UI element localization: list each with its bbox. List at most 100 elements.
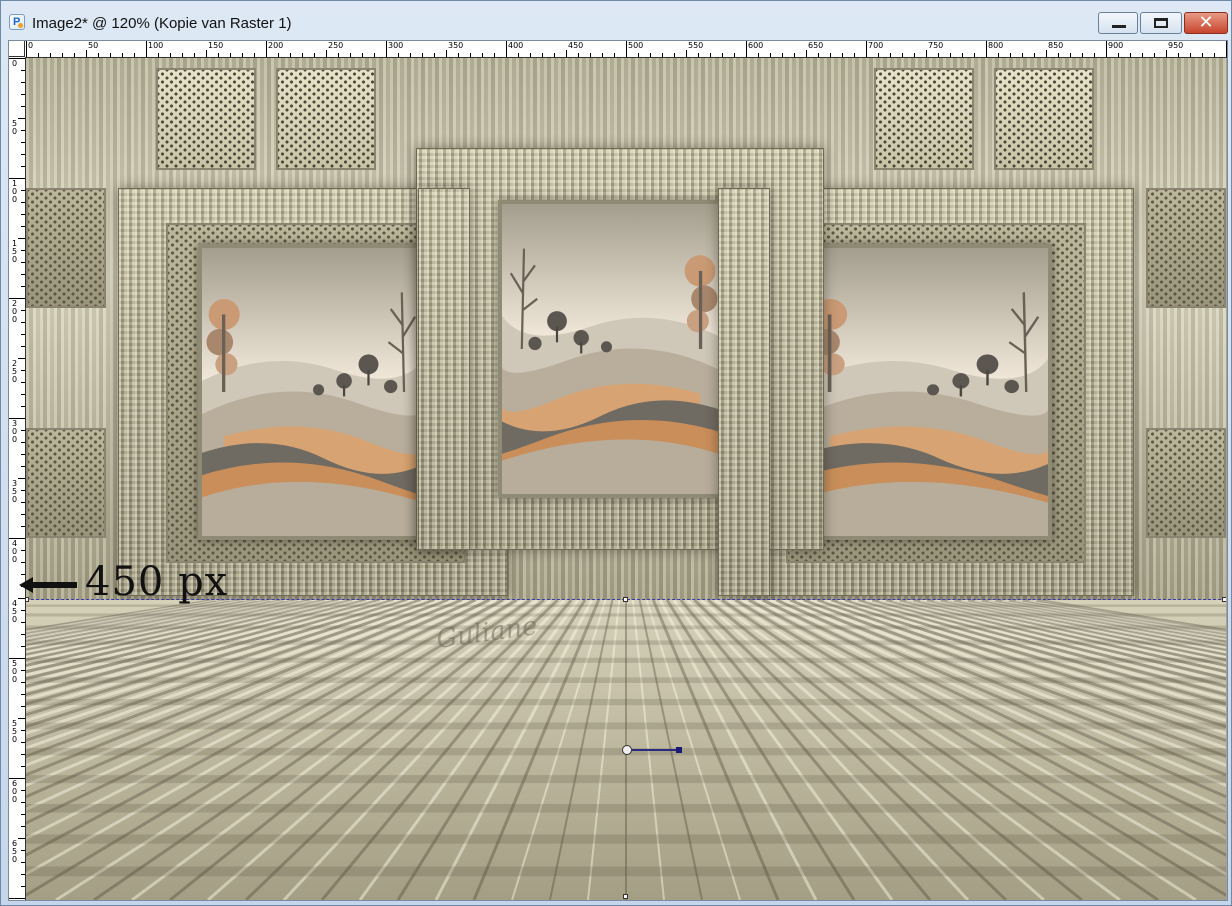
ruler-tick xyxy=(1070,53,1071,57)
selection-handle[interactable] xyxy=(623,597,628,602)
ruler-tick xyxy=(638,53,639,57)
ruler-tick xyxy=(806,50,807,57)
ruler-label: 900 xyxy=(1108,41,1124,50)
ruler-tick xyxy=(470,53,471,57)
ruler-tick xyxy=(830,53,831,57)
ruler-tick xyxy=(242,53,243,57)
ruler-tick xyxy=(818,53,819,57)
ruler-tick xyxy=(542,53,543,57)
ruler-tick xyxy=(38,53,39,57)
ruler-tick xyxy=(21,862,25,863)
ruler-tick xyxy=(1106,41,1107,57)
ruler-tick xyxy=(1082,53,1083,57)
close-button[interactable]: ✕ xyxy=(1184,12,1228,34)
ruler-tick xyxy=(290,53,291,57)
hex-panel xyxy=(26,188,106,308)
vertical-ruler[interactable]: 0 50 100 150 200 250 300 350 400 450 500 550 600 650 xyxy=(9,57,26,900)
ruler-tick xyxy=(21,502,25,503)
ruler-tick xyxy=(21,202,25,203)
ruler-tick xyxy=(18,598,25,599)
ruler-tick xyxy=(878,53,879,57)
ruler-tick xyxy=(602,53,603,57)
ruler-label: 750 xyxy=(928,41,944,50)
ruler-tick xyxy=(18,478,25,479)
ruler-tick xyxy=(21,70,25,71)
ruler-tick xyxy=(21,766,25,767)
ruler-label: 650 xyxy=(808,41,824,50)
rotation-handle[interactable] xyxy=(676,747,682,753)
ruler-tick xyxy=(21,850,25,851)
ruler-tick xyxy=(890,53,891,57)
image-canvas-area[interactable]: 0 50 100 150 200 250 300 350 400 450 500 550 600 650 7… xyxy=(8,40,1228,901)
ruler-tick xyxy=(1034,53,1035,57)
ruler-tick xyxy=(21,574,25,575)
image-canvas[interactable]: Guliane xyxy=(26,58,1226,900)
ruler-tick xyxy=(50,53,51,57)
ruler-tick xyxy=(842,53,843,57)
ruler-tick xyxy=(21,610,25,611)
hex-panel xyxy=(1146,428,1226,538)
ruler-label: 650 xyxy=(11,839,18,864)
ruler-tick xyxy=(494,53,495,57)
ruler-tick xyxy=(21,106,25,107)
ruler-label: 600 xyxy=(11,779,18,804)
ruler-label: 150 xyxy=(11,239,18,264)
ruler-tick xyxy=(554,53,555,57)
ruler-tick xyxy=(422,53,423,57)
ruler-tick xyxy=(1214,53,1215,57)
ruler-tick xyxy=(626,41,627,57)
ruler-label: 300 xyxy=(11,419,18,444)
ruler-tick xyxy=(434,53,435,57)
ruler-tick xyxy=(662,53,663,57)
ruler-tick xyxy=(18,838,25,839)
ruler-tick xyxy=(1190,53,1191,57)
selection-handle[interactable] xyxy=(1222,597,1226,602)
ruler-tick xyxy=(9,898,25,899)
ruler-tick xyxy=(74,53,75,57)
hex-panel xyxy=(1146,188,1226,308)
ruler-tick xyxy=(21,466,25,467)
maximize-button[interactable] xyxy=(1140,12,1182,34)
ruler-tick xyxy=(722,53,723,57)
ruler-tick xyxy=(938,53,939,57)
ruler-tick xyxy=(386,41,387,57)
center-frame-right-strip xyxy=(718,188,770,596)
ruler-tick xyxy=(374,53,375,57)
title-bar[interactable]: P Image2* @ 120% (Kopie van Raster 1) ✕ xyxy=(1,1,1231,39)
ruler-tick xyxy=(21,754,25,755)
rotation-arm xyxy=(632,749,678,751)
ruler-tick xyxy=(458,53,459,57)
ruler-tick xyxy=(950,53,951,57)
ruler-tick xyxy=(734,53,735,57)
ruler-tick xyxy=(794,53,795,57)
ruler-tick xyxy=(21,646,25,647)
rotation-pivot-handle[interactable] xyxy=(622,745,632,755)
ruler-tick xyxy=(410,53,411,57)
ruler-tick xyxy=(482,53,483,57)
ruler-tick xyxy=(518,53,519,57)
center-frame-left-strip xyxy=(418,188,470,550)
ruler-label: 100 xyxy=(11,179,18,204)
ruler-tick xyxy=(746,41,747,57)
ruler-label: 50 xyxy=(11,119,18,136)
ruler-label: 500 xyxy=(628,41,644,50)
ruler-tick xyxy=(698,53,699,57)
ruler-label: 450 xyxy=(568,41,584,50)
ruler-tick xyxy=(62,53,63,57)
ruler-tick xyxy=(21,682,25,683)
window-title: Image2* @ 120% (Kopie van Raster 1) xyxy=(32,15,292,32)
ruler-tick xyxy=(21,526,25,527)
ruler-label: 550 xyxy=(688,41,704,50)
ruler-tick xyxy=(338,53,339,57)
ruler-tick xyxy=(206,50,207,57)
ruler-label: 200 xyxy=(11,299,18,324)
ruler-tick xyxy=(254,53,255,57)
horizontal-ruler[interactable]: 0 50 100 150 200 250 300 350 400 450 500 550 600 650 7… xyxy=(9,41,1227,58)
selection-handle[interactable] xyxy=(26,597,29,602)
ruler-tick xyxy=(1154,53,1155,57)
ruler-tick xyxy=(21,406,25,407)
hex-panel xyxy=(994,68,1094,170)
selection-handle[interactable] xyxy=(623,894,628,899)
ruler-tick xyxy=(21,622,25,623)
minimize-button[interactable] xyxy=(1098,12,1138,34)
